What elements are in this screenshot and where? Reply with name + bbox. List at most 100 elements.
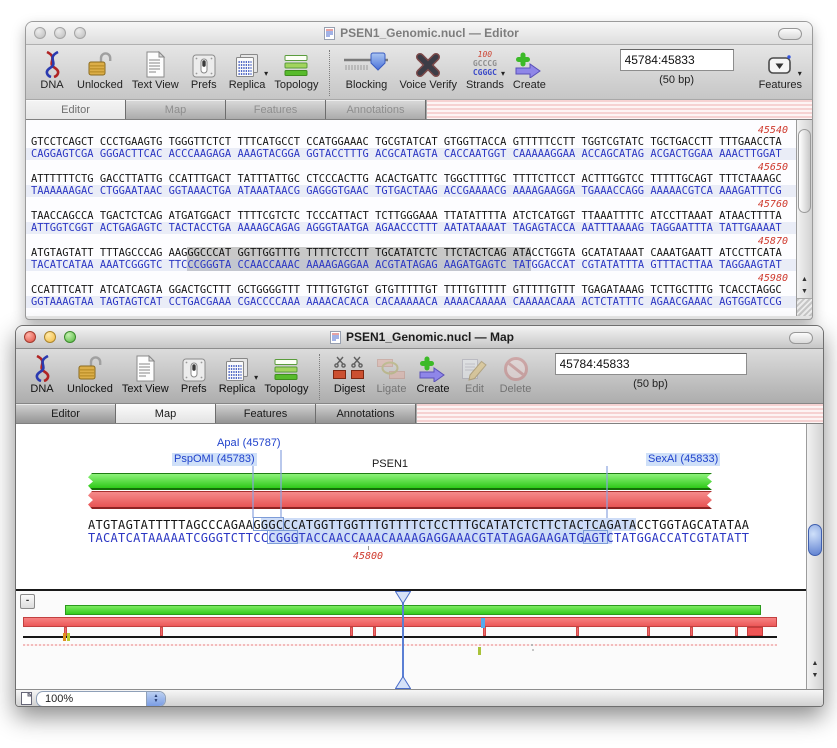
toolbar-toggle-button[interactable] bbox=[778, 28, 802, 40]
reverse-strand-row[interactable]: TAAAAAAGAC CTGGAATAAC GGTAAACTGA ATAAATA… bbox=[26, 185, 796, 197]
scrollbar-thumb[interactable] bbox=[808, 524, 822, 556]
range-size-caption: (50 bp) bbox=[659, 74, 694, 86]
feature-name-label: PSEN1 bbox=[372, 458, 408, 470]
scroll-down-arrow-icon[interactable]: ▼ bbox=[812, 670, 819, 682]
toolbar-separator bbox=[319, 354, 321, 400]
tab-bar-filler bbox=[426, 100, 812, 119]
toolbar-item-label: Topology bbox=[274, 79, 318, 91]
strands-button[interactable]: 100GCCCGCGGGC▾Strands bbox=[466, 49, 504, 91]
reverse-strand-row[interactable]: TACATCATAA AAATCGGGTC TTCCCGGGTA CCAACCA… bbox=[26, 259, 796, 271]
prefs-button[interactable]: Prefs bbox=[178, 353, 210, 395]
map-reverse-strand[interactable]: TACATCATAAAAATCGGGTCTTCCCGGGTACCAACCAAAC… bbox=[88, 531, 749, 544]
map-titlebar[interactable]: PSEN1_Genomic.nucl — Map bbox=[16, 326, 823, 349]
tab-annotations[interactable]: Annotations bbox=[326, 100, 426, 119]
toolbar-item-label: Ligate bbox=[376, 383, 406, 395]
tab-editor[interactable]: Editor bbox=[26, 100, 126, 119]
forward-strand-row[interactable]: ATGTAGTATT TTTAGCCCAG AAGGGCCCAT GGTTGGT… bbox=[26, 247, 796, 259]
range-input[interactable] bbox=[555, 353, 747, 375]
toolbar-item-label: Topology bbox=[264, 383, 308, 395]
resize-grip[interactable] bbox=[797, 298, 812, 316]
replica-button[interactable]: ▾Replica bbox=[219, 353, 256, 395]
reverse-strand-row[interactable]: GGTAAAGTAA TAGTAGTCAT CCTGACGAAA CGACCCC… bbox=[26, 296, 796, 308]
text-view-icon bbox=[145, 49, 166, 78]
sequence-line-pair: 45540GTCCTCAGCT CCCTGAAGTG TGGGTTCTCT TT… bbox=[26, 125, 796, 160]
create-button[interactable]: Create bbox=[513, 49, 546, 91]
editor-window: PSEN1_Genomic.nucl — Editor DNA Unlocked T… bbox=[25, 21, 813, 320]
strands-icon: 100GCCCGCGGGC▾ bbox=[473, 49, 497, 78]
tab-editor[interactable]: Editor bbox=[16, 404, 116, 423]
zoom-level-select[interactable]: 100% ▲▼ bbox=[36, 691, 166, 707]
digest-button[interactable]: Digest bbox=[332, 353, 366, 395]
prefs-button[interactable]: Prefs bbox=[188, 49, 220, 91]
restriction-site-label[interactable]: PspOMI (45783) bbox=[172, 453, 257, 466]
tab-features[interactable]: Features bbox=[216, 404, 316, 423]
replica-button[interactable]: ▾Replica bbox=[229, 49, 266, 91]
sequence-line-pair: 45650ATTTTTTCTG GACCTTATTG CCATTTGACT TA… bbox=[26, 162, 796, 197]
zoom-button[interactable] bbox=[64, 331, 76, 343]
toolbar-toggle-button[interactable] bbox=[789, 332, 813, 344]
restriction-site-label[interactable]: ApaI (45787) bbox=[215, 437, 283, 450]
features-button[interactable]: ▾Features bbox=[759, 49, 802, 91]
editor-vertical-scrollbar[interactable]: ▲ ▼ bbox=[796, 120, 812, 316]
tab-map[interactable]: Map bbox=[116, 404, 216, 423]
stepper-icon[interactable]: ▲▼ bbox=[146, 692, 165, 706]
create-button[interactable]: Create bbox=[416, 353, 449, 395]
forward-strand-row[interactable]: TAACCAGCCA TGACTCTCAG ATGATGGACT TTTTCGT… bbox=[26, 210, 796, 222]
map-vertical-scrollbar[interactable]: ▲ ▼ bbox=[806, 424, 823, 689]
text-view-button[interactable]: Text View bbox=[132, 49, 179, 91]
range-input[interactable] bbox=[620, 49, 734, 71]
minimize-button[interactable] bbox=[54, 27, 66, 39]
range-cursor-top-handle[interactable] bbox=[395, 591, 411, 609]
toolbar-item-label: Replica bbox=[219, 383, 256, 395]
zoom-button[interactable] bbox=[74, 27, 86, 39]
unlocked-button[interactable]: Unlocked bbox=[77, 49, 123, 91]
overview-site-tick bbox=[735, 627, 738, 636]
toolbar-item-label: Text View bbox=[132, 79, 179, 91]
toolbar-separator bbox=[329, 50, 331, 96]
forward-strand-row[interactable]: CCATTTCATT ATCATCAGTA GGACTGCTTT GCTGGGG… bbox=[26, 284, 796, 296]
scroll-up-arrow-icon[interactable]: ▲ bbox=[812, 658, 819, 670]
window-controls bbox=[34, 27, 86, 39]
text-view-button[interactable]: Text View bbox=[122, 353, 169, 395]
blocking-button[interactable]: Blocking bbox=[342, 49, 390, 91]
overview-site-tick bbox=[690, 627, 693, 636]
toolbar-item-label: Prefs bbox=[181, 383, 207, 395]
overview-green-marker bbox=[478, 647, 481, 655]
overview-panel[interactable]: - bbox=[16, 589, 806, 689]
dna-button[interactable]: DNA bbox=[26, 353, 58, 395]
edit-button: Edit bbox=[459, 353, 491, 395]
map-view[interactable]: ApaI (45787) PspOMI (45783) SexAI (45833) P… bbox=[16, 424, 806, 589]
minimize-button[interactable] bbox=[44, 331, 56, 343]
forward-strand-row[interactable]: ATTTTTTCTG GACCTTATTG CCATTTGACT TATTTAT… bbox=[26, 173, 796, 185]
forward-strand-row[interactable]: GTCCTCAGCT CCCTGAAGTG TGGGTTCTCT TTTCATG… bbox=[26, 136, 796, 148]
overview-site-tick bbox=[350, 627, 353, 636]
scrollbar-thumb[interactable] bbox=[798, 129, 811, 213]
reverse-strand-row[interactable]: CAGGAGTCGA GGGACTTCAC ACCCAAGAGA AAAGTAC… bbox=[26, 148, 796, 160]
toolbar-item-label: Text View bbox=[122, 383, 169, 395]
overview-orange-marker bbox=[63, 633, 66, 641]
close-button[interactable] bbox=[24, 331, 36, 343]
restriction-site-label[interactable]: SexAI (45833) bbox=[646, 453, 720, 466]
close-button[interactable] bbox=[34, 27, 46, 39]
position-number: 45540 bbox=[26, 125, 796, 136]
position-number: 45800 bbox=[353, 551, 383, 562]
range-cursor-bottom-handle[interactable] bbox=[395, 676, 411, 689]
editor-titlebar[interactable]: PSEN1_Genomic.nucl — Editor bbox=[26, 22, 812, 45]
topology-button[interactable]: Topology bbox=[264, 353, 308, 395]
sequence-editor[interactable]: 45540GTCCTCAGCT CCCTGAAGTG TGGGTTCTCT TT… bbox=[26, 120, 796, 316]
collapse-overview-button[interactable]: - bbox=[20, 594, 35, 609]
reverse-strand-row[interactable]: ATTGGTCGGT ACTGAGAGTC TACTACCTGA AAAAGCA… bbox=[26, 222, 796, 234]
scroll-up-arrow-icon[interactable]: ▲ bbox=[801, 274, 808, 286]
scroll-down-arrow-icon[interactable]: ▼ bbox=[801, 286, 808, 298]
tab-map[interactable]: Map bbox=[126, 100, 226, 119]
voice-verify-button[interactable]: Voice Verify bbox=[399, 49, 456, 91]
document-icon bbox=[324, 27, 335, 40]
dna-button[interactable]: DNA bbox=[36, 49, 68, 91]
topology-button[interactable]: Topology bbox=[274, 49, 318, 91]
tab-annotations[interactable]: Annotations bbox=[316, 404, 416, 423]
unlocked-icon bbox=[87, 49, 112, 78]
toolbar-item-label: Create bbox=[513, 79, 546, 91]
map-forward-strand[interactable]: ATGTAGTATTTTTAGCCCAGAAGGGCCCATGGTTGGTTTG… bbox=[88, 518, 749, 531]
unlocked-button[interactable]: Unlocked bbox=[67, 353, 113, 395]
tab-features[interactable]: Features bbox=[226, 100, 326, 119]
